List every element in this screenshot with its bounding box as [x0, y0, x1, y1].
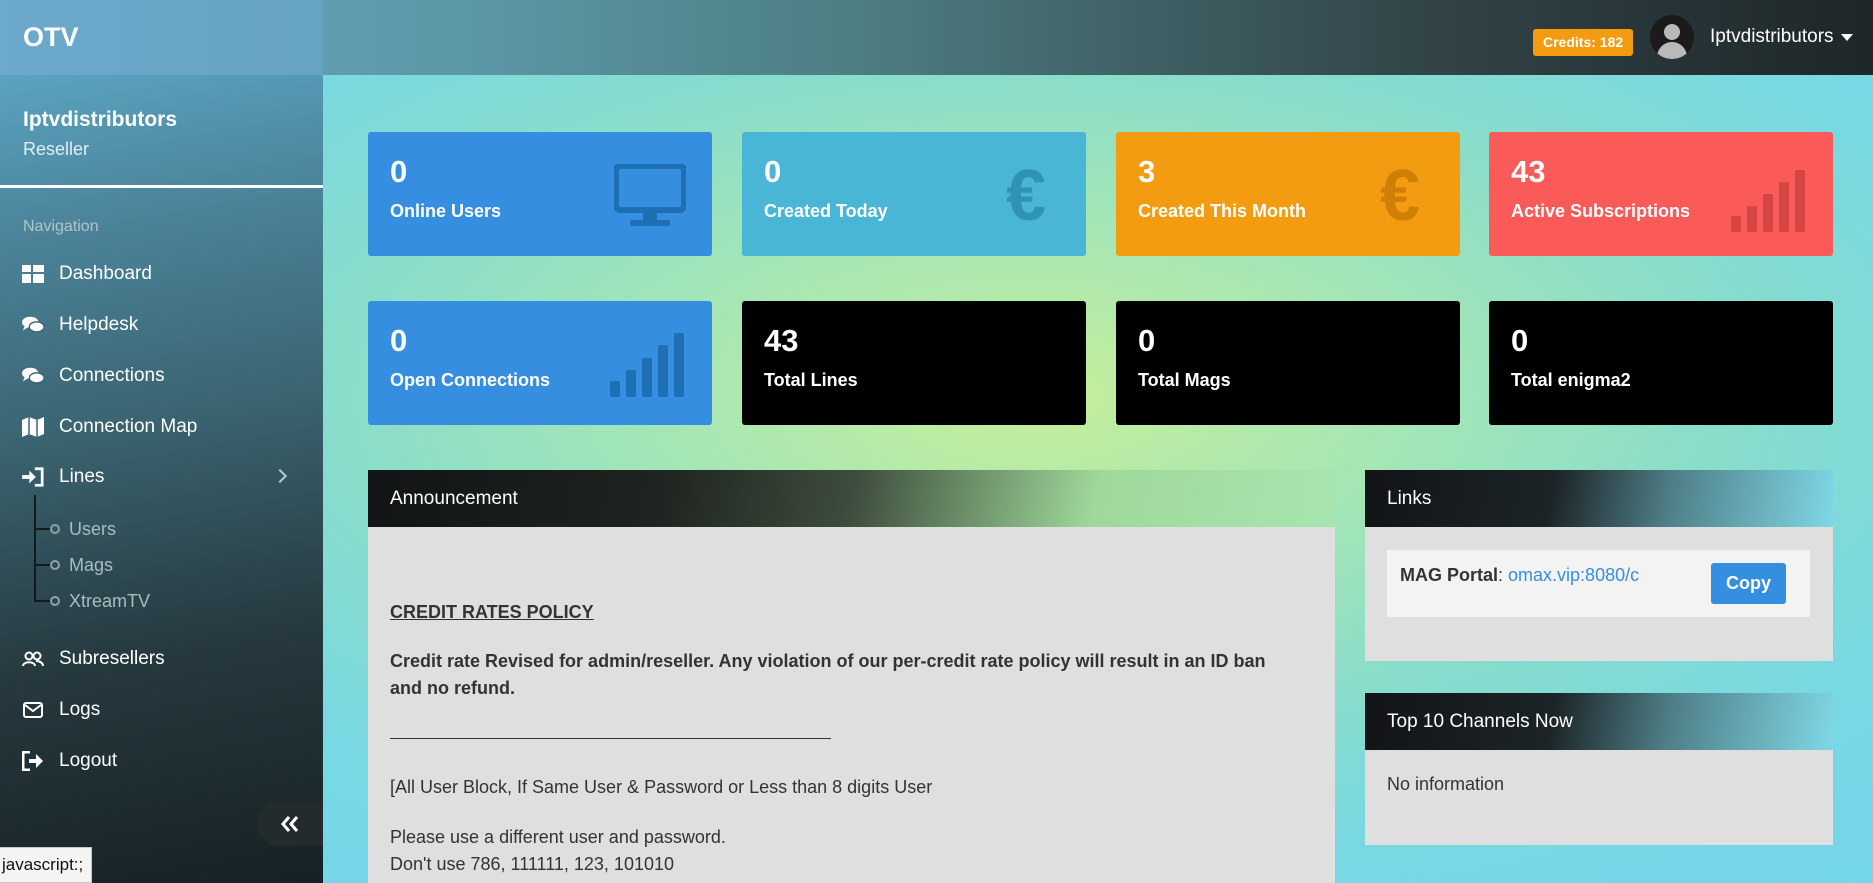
announcement-line: Please use a different user and password… — [390, 827, 726, 847]
sidebar-item-logout[interactable]: Logout — [0, 741, 323, 781]
copy-button[interactable]: Copy — [1711, 563, 1786, 604]
profile-name: Iptvdistributors — [23, 108, 178, 131]
sign-out-icon — [22, 751, 44, 771]
panel-title: Announcement — [368, 470, 1335, 527]
sidebar-subitem-users[interactable]: Users — [34, 514, 116, 544]
chevron-right-icon — [272, 468, 288, 484]
sidebar-item-lines[interactable]: Lines — [0, 457, 323, 497]
sidebar-subitem-xtreamtv[interactable]: XtreamTV — [34, 586, 150, 616]
sign-in-icon — [22, 467, 44, 487]
signal-bars-icon — [1731, 170, 1805, 232]
stat-card-active-subscriptions[interactable]: 43 Active Subscriptions — [1489, 132, 1833, 256]
map-icon — [22, 417, 44, 437]
avatar — [1650, 15, 1694, 59]
sidebar-item-dashboard[interactable]: Dashboard — [0, 254, 323, 294]
dashboard-icon — [22, 264, 44, 284]
stat-card-total-mags[interactable]: 0 Total Mags — [1116, 301, 1460, 425]
monitor-icon — [614, 164, 686, 226]
comments-icon — [22, 315, 44, 335]
stat-value: 0 — [1511, 323, 1529, 358]
sidebar-profile: Iptvdistributors Reseller — [0, 75, 323, 188]
circle-icon — [50, 596, 60, 606]
top-channels-panel: Top 10 Channels Now No information — [1365, 693, 1833, 845]
caret-down-icon — [1840, 33, 1853, 41]
euro-icon: € — [1005, 156, 1046, 236]
circle-icon — [50, 560, 60, 570]
divider — [390, 738, 831, 739]
stat-label: Total enigma2 — [1511, 370, 1631, 390]
sidebar-item-connection-map[interactable]: Connection Map — [0, 407, 323, 447]
stat-card-created-today[interactable]: 0 Created Today € — [742, 132, 1086, 256]
sidebar-item-label: Lines — [59, 466, 105, 487]
sidebar-item-helpdesk[interactable]: Helpdesk — [0, 305, 323, 345]
euro-icon: € — [1379, 156, 1420, 236]
sidebar-item-label: Logout — [59, 750, 118, 771]
stat-label: Total Mags — [1138, 370, 1231, 390]
panel-title: Top 10 Channels Now — [1365, 693, 1833, 750]
announcement-panel: Announcement CREDIT RATES POLICY Credit … — [368, 470, 1335, 883]
sidebar-item-label: Subresellers — [59, 648, 165, 669]
policy-text: Credit rate Revised for admin/reseller. … — [390, 651, 1266, 698]
username-label: Iptvdistributors — [1710, 26, 1834, 47]
credits-badge: Credits: 182 — [1533, 29, 1634, 56]
browser-status-url: javascript:; — [0, 847, 93, 883]
profile-role: Reseller — [23, 139, 90, 159]
subitem-label: XtreamTV — [69, 590, 151, 611]
brand-logo[interactable]: OTV — [0, 0, 323, 75]
mag-portal-url[interactable]: omax.vip:8080/c — [1508, 565, 1639, 585]
sidebar-collapse-button[interactable] — [257, 802, 323, 846]
sidebar-item-label: Connection Map — [59, 416, 198, 437]
stat-card-total-lines[interactable]: 43 Total Lines — [742, 301, 1086, 425]
stat-value: 0 — [1138, 323, 1156, 358]
sidebar-item-logs[interactable]: Logs — [0, 690, 323, 730]
users-icon — [22, 649, 44, 669]
sidebar-item-label: Logs — [59, 699, 101, 720]
stat-value: 43 — [764, 323, 799, 358]
mag-portal-name: MAG Portal — [1400, 565, 1499, 585]
stat-card-total-enigma2[interactable]: 0 Total enigma2 — [1489, 301, 1833, 425]
mag-portal-row: MAG Portal: omax.vip:8080/c Copy — [1387, 550, 1810, 617]
user-menu[interactable]: Iptvdistributors — [1650, 15, 1853, 59]
empty-state-text: No information — [1387, 774, 1505, 794]
double-chevron-left-icon — [281, 816, 299, 832]
links-panel: Links MAG Portal: omax.vip:8080/c Copy — [1365, 470, 1833, 661]
sidebar-item-label: Helpdesk — [59, 314, 139, 335]
envelope-icon — [22, 700, 44, 720]
sidebar-item-label: Dashboard — [59, 263, 152, 284]
comments-icon — [22, 366, 44, 386]
circle-icon — [50, 524, 60, 534]
subitem-label: Users — [69, 518, 117, 539]
subitem-label: Mags — [69, 554, 114, 575]
announcement-line: [All User Block, If Same User & Password… — [390, 777, 933, 797]
stat-label: Total Lines — [764, 370, 858, 390]
policy-heading: CREDIT RATES POLICY — [390, 602, 594, 622]
signal-bars-icon — [610, 333, 684, 397]
sidebar-item-connections[interactable]: Connections — [0, 356, 323, 396]
stat-card-created-this-month[interactable]: 3 Created This Month € — [1116, 132, 1460, 256]
panel-title: Links — [1365, 470, 1833, 527]
stat-card-open-connections[interactable]: 0 Open Connections — [368, 301, 712, 425]
sidebar-subitem-mags[interactable]: Mags — [34, 550, 113, 580]
stat-card-online-users[interactable]: 0 Online Users — [368, 132, 712, 256]
nav-heading: Navigation — [23, 218, 99, 235]
mag-portal-label: MAG Portal: omax.vip:8080/c — [1400, 565, 1640, 585]
sidebar-item-subresellers[interactable]: Subresellers — [0, 639, 323, 679]
top-bar: OTV Credits: 182 Iptvdistributors — [0, 0, 1873, 75]
announcement-line: Don't use 786, 111111, 123, 101010 — [390, 854, 675, 874]
sidebar-item-label: Connections — [59, 365, 165, 386]
